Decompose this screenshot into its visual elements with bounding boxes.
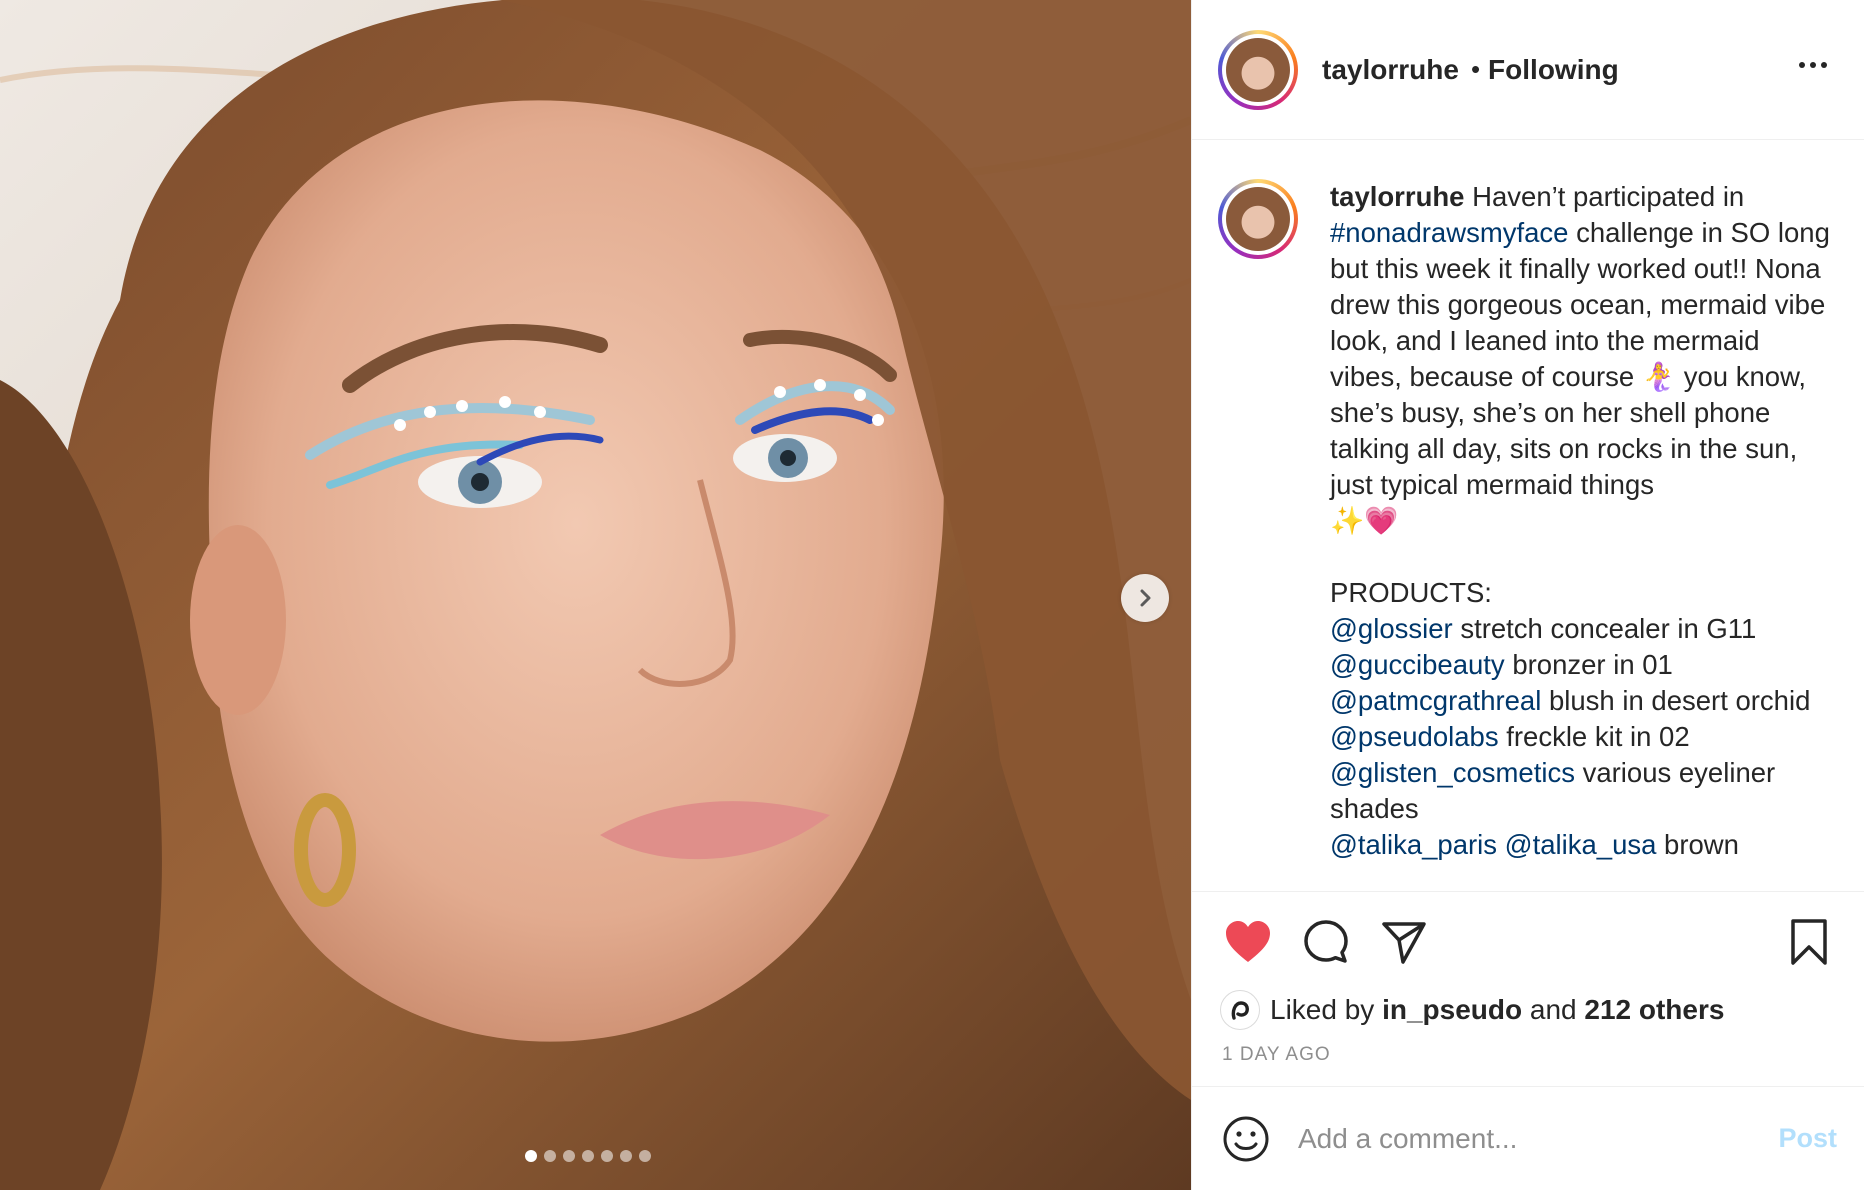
- save-button[interactable]: [1783, 916, 1835, 968]
- mention-link[interactable]: @patmcgrathreal: [1330, 685, 1541, 716]
- liked-by-prefix: Liked by: [1270, 994, 1375, 1025]
- mention-link[interactable]: @talika_paris: [1330, 829, 1497, 860]
- caption-part: Haven’t participated in: [1472, 181, 1745, 212]
- product-text: blush in desert orchid: [1548, 685, 1811, 716]
- liker-avatar[interactable]: [1220, 990, 1260, 1030]
- following-button[interactable]: Following: [1488, 54, 1619, 86]
- likes-summary: Liked by in_pseudo and 212 others: [1220, 990, 1724, 1030]
- hashtag-link[interactable]: #nonadrawsmyface: [1330, 217, 1568, 248]
- mention-link[interactable]: @glisten_cosmetics: [1330, 757, 1575, 788]
- post-timestamp[interactable]: 1 DAY AGO: [1222, 1044, 1331, 1066]
- comment-button[interactable]: [1300, 916, 1352, 968]
- comment-bubble-icon: [1304, 920, 1348, 963]
- avatar: [1226, 187, 1290, 251]
- caption-story-ring[interactable]: [1218, 179, 1298, 259]
- liked-by-joiner: and: [1529, 994, 1577, 1025]
- mention-link[interactable]: @talika_usa: [1505, 829, 1657, 860]
- like-button[interactable]: [1222, 916, 1274, 968]
- carousel-dot: [639, 1150, 651, 1162]
- mention-link[interactable]: @guccibeauty: [1330, 649, 1505, 680]
- more-dots-icon: [1799, 62, 1805, 68]
- caption-section: taylorruhe Haven’t participated in #nona…: [1192, 141, 1864, 891]
- selfie-photo: [0, 0, 1191, 1190]
- story-ring[interactable]: [1218, 29, 1298, 110]
- carousel-dot: [582, 1150, 594, 1162]
- bookmark-icon: [1791, 919, 1827, 965]
- mermaid-emoji: 🧜‍♀️: [1641, 361, 1677, 392]
- mention-link[interactable]: @glossier: [1330, 613, 1453, 644]
- post-sidebar: taylorruhe • Following taylorruhe Haven’…: [1191, 0, 1864, 1190]
- next-slide-button[interactable]: [1121, 574, 1169, 622]
- share-button[interactable]: [1378, 916, 1430, 968]
- carousel-dot: [525, 1150, 537, 1162]
- heart-filled-icon: [1226, 921, 1270, 962]
- carousel-dot: [601, 1150, 613, 1162]
- carousel-dot: [544, 1150, 556, 1162]
- product-text: bronzer in 01: [1512, 649, 1673, 680]
- products-heading: PRODUCTS:: [1330, 577, 1492, 608]
- caption-text: taylorruhe Haven’t participated in #nona…: [1330, 179, 1839, 891]
- product-text: brown: [1664, 829, 1739, 860]
- header-separator: •: [1470, 54, 1481, 84]
- instagram-post: taylorruhe • Following taylorruhe Haven’…: [0, 0, 1864, 1190]
- action-bar: [1222, 916, 1430, 968]
- post-header: taylorruhe • Following: [1192, 0, 1864, 140]
- others-count-link[interactable]: 212 others: [1584, 994, 1724, 1026]
- product-text: stretch concealer in G11: [1460, 613, 1757, 644]
- more-options-button[interactable]: [1795, 58, 1831, 72]
- emoji-picker-button[interactable]: [1220, 1113, 1272, 1165]
- header-username[interactable]: taylorruhe: [1322, 54, 1459, 86]
- carousel-dot: [563, 1150, 575, 1162]
- carousel-indicator: [525, 1150, 651, 1162]
- pseudo-logo-icon: [1231, 1001, 1249, 1020]
- comment-input[interactable]: [1298, 1122, 1748, 1155]
- caption-username[interactable]: taylorruhe: [1330, 181, 1464, 212]
- product-text: freckle kit in 02: [1506, 721, 1690, 752]
- sparkle-heart-emoji: ✨💗: [1330, 505, 1399, 536]
- post-comment-button[interactable]: Post: [1778, 1123, 1837, 1154]
- mention-link[interactable]: @pseudolabs: [1330, 721, 1499, 752]
- chevron-right-icon: [1140, 589, 1151, 607]
- post-media[interactable]: [0, 0, 1191, 1190]
- paper-plane-icon: [1382, 922, 1426, 964]
- smiley-icon: [1223, 1116, 1269, 1161]
- actions-section: Liked by in_pseudo and 212 others 1 DAY …: [1192, 891, 1864, 1086]
- comment-composer: Post: [1192, 1086, 1864, 1190]
- liker-username[interactable]: in_pseudo: [1382, 994, 1522, 1026]
- carousel-dot: [620, 1150, 632, 1162]
- avatar: [1226, 37, 1290, 102]
